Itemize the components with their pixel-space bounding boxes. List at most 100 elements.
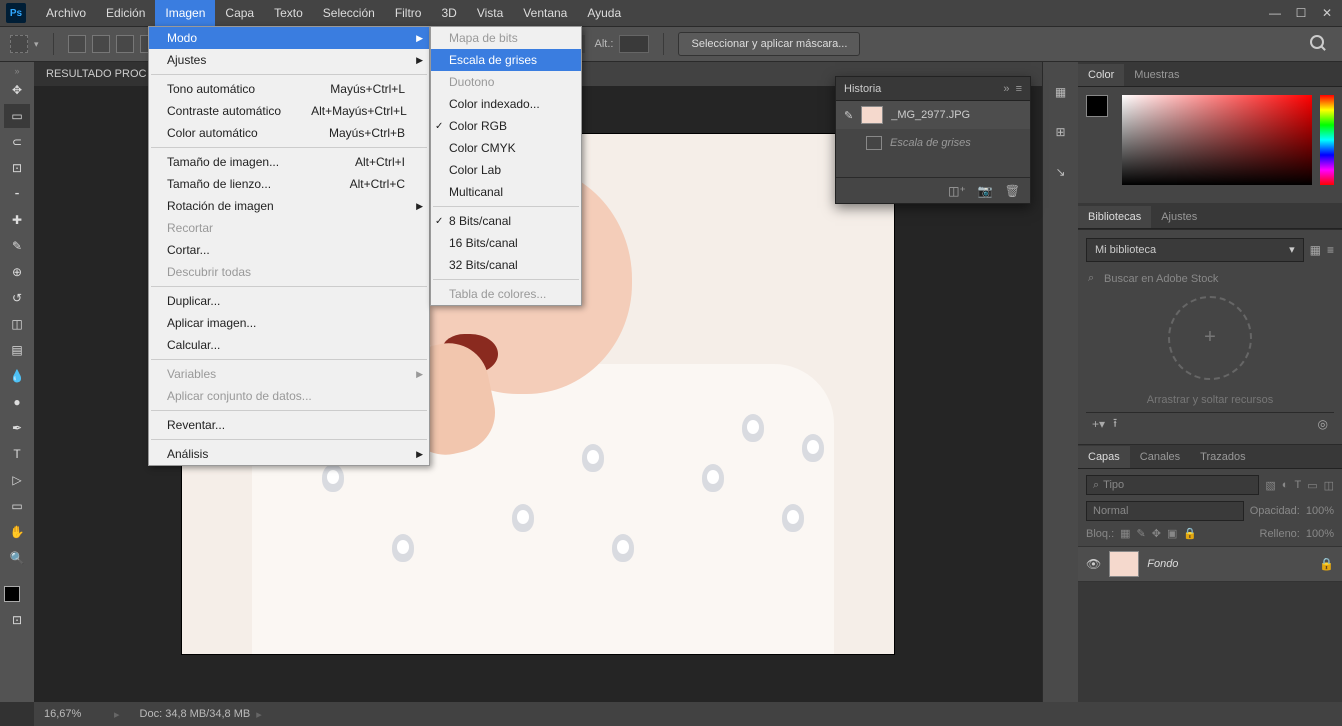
- close-icon[interactable]: ✕: [1318, 6, 1336, 20]
- menubar-item-capa[interactable]: Capa: [215, 0, 264, 26]
- layer-thumbnail[interactable]: [1109, 551, 1139, 577]
- filter-smart-icon[interactable]: ◫: [1324, 479, 1334, 492]
- opacity-value[interactable]: 100%: [1306, 505, 1334, 517]
- menu-item[interactable]: Ajustes▶: [149, 49, 429, 71]
- tool-hand[interactable]: ✋: [4, 520, 30, 544]
- lock-paint-icon[interactable]: ✎: [1137, 527, 1146, 540]
- tool-move[interactable]: ✥: [4, 78, 30, 102]
- zoom-level[interactable]: 16,67%: [34, 708, 114, 720]
- selection-new-icon[interactable]: [68, 35, 86, 53]
- alt-input[interactable]: [619, 35, 649, 53]
- menubar-item-imagen[interactable]: Imagen: [155, 0, 215, 26]
- lock-nest-icon[interactable]: ▣: [1167, 527, 1177, 540]
- menu-item[interactable]: Cortar...: [149, 239, 429, 261]
- tool-history-brush[interactable]: ↺: [4, 286, 30, 310]
- menu-item[interactable]: ✓Color RGB: [431, 115, 581, 137]
- history-brush-source-icon[interactable]: ✎: [844, 109, 853, 122]
- lock-trans-icon[interactable]: ▦: [1120, 527, 1130, 540]
- library-search[interactable]: Buscar en Adobe Stock: [1086, 268, 1334, 290]
- layer-filter-select[interactable]: ⌕ Tipo: [1086, 475, 1259, 495]
- panel-tab-muestras[interactable]: Muestras: [1124, 64, 1189, 86]
- menu-item[interactable]: Rotación de imagen▶: [149, 195, 429, 217]
- menu-item[interactable]: Reventar...: [149, 414, 429, 436]
- lock-icon[interactable]: 🔒: [1319, 557, 1334, 571]
- menu-item[interactable]: Modo▶: [149, 27, 429, 49]
- lock-all-icon[interactable]: 🔒: [1183, 527, 1197, 540]
- tool-blur[interactable]: 💧: [4, 364, 30, 388]
- filter-shape-icon[interactable]: ▭: [1307, 479, 1317, 492]
- tool-marquee[interactable]: ▭: [4, 104, 30, 128]
- selection-subtract-icon[interactable]: [116, 35, 134, 53]
- document-tab[interactable]: RESULTADO PROC: [34, 62, 159, 86]
- layer-row[interactable]: 👁 Fondo 🔒: [1078, 546, 1342, 582]
- menubar-item-selección[interactable]: Selección: [313, 0, 385, 26]
- menu-item[interactable]: Duplicar...: [149, 290, 429, 312]
- tool-zoom[interactable]: 🔍: [4, 546, 30, 570]
- tool-pen[interactable]: ✒: [4, 416, 30, 440]
- panel-tab-canales[interactable]: Canales: [1130, 446, 1190, 468]
- library-dropzone[interactable]: + Arrastrar y soltar recursos: [1086, 296, 1334, 406]
- panel-tab-color[interactable]: Color: [1078, 64, 1124, 86]
- fill-value[interactable]: 100%: [1306, 528, 1334, 540]
- paragraph-icon[interactable]: ↘: [1051, 162, 1071, 182]
- trash-icon[interactable]: 🗑: [1005, 184, 1020, 198]
- menu-item[interactable]: Análisis▶: [149, 443, 429, 465]
- layer-name[interactable]: Fondo: [1147, 558, 1311, 570]
- panel-tab-trazados[interactable]: Trazados: [1190, 446, 1255, 468]
- menu-item[interactable]: Color CMYK: [431, 137, 581, 159]
- filter-type-icon[interactable]: T: [1294, 479, 1301, 492]
- menubar-item-vista[interactable]: Vista: [467, 0, 513, 26]
- screen-mode-icon[interactable]: ⊡: [4, 608, 30, 632]
- search-icon[interactable]: [1310, 35, 1328, 53]
- selection-add-icon[interactable]: [92, 35, 110, 53]
- panel-menu-icon[interactable]: ≡: [1016, 83, 1022, 95]
- menu-item[interactable]: Tono automáticoMayús+Ctrl+L: [149, 78, 429, 100]
- menubar-item-ayuda[interactable]: Ayuda: [577, 0, 631, 26]
- menu-item[interactable]: ✓8 Bits/canal: [431, 210, 581, 232]
- minimize-icon[interactable]: —: [1266, 6, 1284, 20]
- properties-icon[interactable]: ▦: [1051, 82, 1071, 102]
- color-swatches[interactable]: [1086, 95, 1114, 127]
- menubar-item-archivo[interactable]: Archivo: [36, 0, 96, 26]
- history-step[interactable]: Escala de grises: [836, 129, 1030, 157]
- menu-item[interactable]: Tamaño de imagen...Alt+Ctrl+I: [149, 151, 429, 173]
- menu-item[interactable]: 16 Bits/canal: [431, 232, 581, 254]
- select-and-mask-button[interactable]: Seleccionar y aplicar máscara...: [678, 32, 860, 56]
- menu-item[interactable]: Color Lab: [431, 159, 581, 181]
- library-select[interactable]: Mi biblioteca▾: [1086, 238, 1304, 262]
- menu-item[interactable]: 32 Bits/canal: [431, 254, 581, 276]
- maximize-icon[interactable]: ☐: [1292, 6, 1310, 20]
- menubar-item-texto[interactable]: Texto: [264, 0, 313, 26]
- menu-item[interactable]: Calcular...: [149, 334, 429, 356]
- hue-slider[interactable]: [1320, 95, 1334, 185]
- doc-info[interactable]: Doc: 34,8 MB/34,8 MB: [120, 708, 251, 720]
- panel-tab-ajustes[interactable]: Ajustes: [1151, 206, 1207, 228]
- camera-icon[interactable]: 📷: [978, 184, 993, 198]
- blend-mode-select[interactable]: Normal: [1086, 501, 1244, 521]
- menubar-item-filtro[interactable]: Filtro: [385, 0, 432, 26]
- list-view-icon[interactable]: ≡: [1327, 243, 1334, 257]
- create-document-icon[interactable]: ◫⁺: [948, 184, 966, 198]
- character-icon[interactable]: ⊞: [1051, 122, 1071, 142]
- menu-item[interactable]: Contraste automáticoAlt+Mayús+Ctrl+L: [149, 100, 429, 122]
- menu-item[interactable]: Aplicar imagen...: [149, 312, 429, 334]
- menu-item[interactable]: Color indexado...: [431, 93, 581, 115]
- color-field[interactable]: [1122, 95, 1312, 185]
- visibility-icon[interactable]: 👁: [1086, 557, 1101, 571]
- add-content-icon[interactable]: +▾: [1092, 417, 1105, 431]
- panel-tab-bibliotecas[interactable]: Bibliotecas: [1078, 206, 1151, 228]
- tool-crop[interactable]: ⊡: [4, 156, 30, 180]
- history-title[interactable]: Historia: [844, 83, 881, 95]
- filter-pixel-icon[interactable]: ▧: [1265, 479, 1275, 492]
- tool-gradient[interactable]: ▤: [4, 338, 30, 362]
- menu-item[interactable]: Color automáticoMayús+Ctrl+B: [149, 122, 429, 144]
- tool-eyedropper[interactable]: ⁃: [4, 182, 30, 206]
- tool-path-select[interactable]: ▷: [4, 468, 30, 492]
- grid-view-icon[interactable]: ▦: [1310, 243, 1321, 257]
- history-snapshot[interactable]: ✎ _MG_2977.JPG: [836, 101, 1030, 129]
- menu-item[interactable]: Escala de grises: [431, 49, 581, 71]
- menu-item[interactable]: Multicanal: [431, 181, 581, 203]
- lock-pos-icon[interactable]: ✥: [1152, 527, 1161, 540]
- menubar-item-ventana[interactable]: Ventana: [513, 0, 577, 26]
- panel-tab-capas[interactable]: Capas: [1078, 446, 1130, 468]
